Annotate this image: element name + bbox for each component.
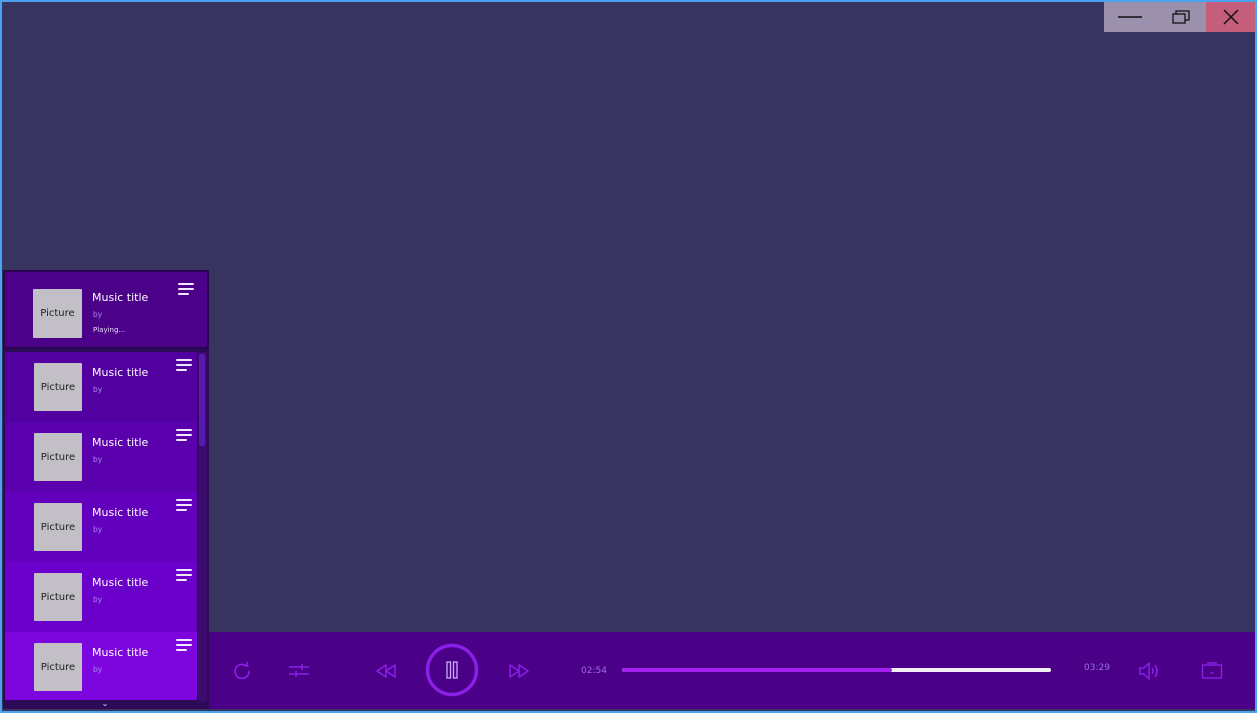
close-icon xyxy=(1222,9,1239,25)
progress-fill xyxy=(622,668,893,672)
playlist-panel: Picture Music title by Playing... Pictur… xyxy=(3,270,209,709)
list-item[interactable]: Picture Music title by xyxy=(5,562,197,632)
pause-button[interactable] xyxy=(425,643,479,697)
total-time: 03:29 xyxy=(1084,663,1110,673)
playlist-scrollbar[interactable] xyxy=(198,352,207,702)
menu-icon[interactable] xyxy=(176,639,192,652)
track-title: Music title xyxy=(92,576,149,589)
volume-button[interactable] xyxy=(1137,658,1163,684)
now-playing-status: Playing... xyxy=(93,326,126,334)
track-title: Music title xyxy=(92,436,149,449)
app-window: Picture Music title by Playing... Pictur… xyxy=(0,0,1257,713)
repeat-button[interactable] xyxy=(229,658,255,684)
track-title: Music title xyxy=(92,646,149,659)
progress-bar[interactable] xyxy=(622,668,1051,672)
playlist-list: Picture Music title by Picture Music tit… xyxy=(5,352,197,700)
menu-icon[interactable] xyxy=(176,499,192,512)
scrollbar-thumb[interactable] xyxy=(199,354,205,446)
close-button[interactable] xyxy=(1206,2,1255,32)
album-picture: Picture xyxy=(34,363,82,411)
playlist-button[interactable] xyxy=(1199,658,1225,684)
player-control-bar: 02:54 03:29 xyxy=(209,632,1255,709)
pause-icon xyxy=(425,643,479,697)
album-picture: Picture xyxy=(33,289,82,338)
track-title: Music title xyxy=(92,506,149,519)
minimize-icon xyxy=(1117,16,1142,18)
list-item[interactable]: Picture Music title by xyxy=(5,492,197,562)
now-playing-artist: by xyxy=(93,310,103,319)
album-picture: Picture xyxy=(34,503,82,551)
fast-forward-icon xyxy=(509,664,529,678)
menu-icon[interactable] xyxy=(176,359,192,372)
menu-icon[interactable] xyxy=(176,429,192,442)
list-item[interactable]: Picture Music title by xyxy=(5,422,197,492)
track-title: Music title xyxy=(92,366,149,379)
menu-icon[interactable] xyxy=(178,283,194,296)
track-artist: by xyxy=(93,665,103,674)
list-item[interactable]: Picture Music title by xyxy=(5,352,197,422)
equalizer-icon xyxy=(289,664,309,677)
album-picture: Picture xyxy=(34,433,82,481)
album-picture: Picture xyxy=(34,573,82,621)
now-playing-title: Music title xyxy=(92,291,149,304)
list-item[interactable]: Picture Music title by xyxy=(5,632,197,700)
scroll-down-icon[interactable]: ⌄ xyxy=(100,699,110,709)
restore-button[interactable] xyxy=(1155,2,1206,32)
rewind-icon xyxy=(376,664,396,678)
rewind-button[interactable] xyxy=(372,658,400,684)
elapsed-time: 02:54 xyxy=(581,666,607,676)
equalizer-button[interactable] xyxy=(286,658,312,684)
fast-forward-button[interactable] xyxy=(505,658,533,684)
repeat-icon xyxy=(234,661,250,680)
window-controls xyxy=(1104,2,1255,32)
track-artist: by xyxy=(93,595,103,604)
track-artist: by xyxy=(93,525,103,534)
track-artist: by xyxy=(93,455,103,464)
now-playing-card[interactable]: Picture Music title by Playing... xyxy=(3,270,209,349)
track-artist: by xyxy=(93,385,103,394)
minimize-button[interactable] xyxy=(1104,2,1155,32)
playlist-icon xyxy=(1201,662,1223,679)
restore-icon xyxy=(1171,10,1190,24)
album-picture: Picture xyxy=(34,643,82,691)
menu-icon[interactable] xyxy=(176,569,192,582)
volume-icon xyxy=(1139,662,1158,680)
